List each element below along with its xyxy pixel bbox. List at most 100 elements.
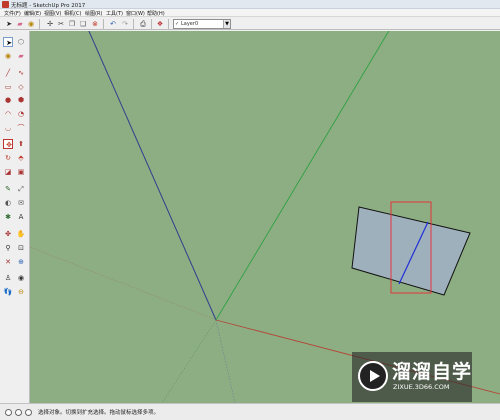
orbit-button[interactable]: ✢ (45, 19, 55, 29)
status-message: 选择对象。切换到扩充选择。拖动鼠标选择多项。 (38, 410, 160, 416)
menu-edit[interactable]: 编辑(E) (24, 10, 41, 17)
large-tool-palette: ➤ ⬡ ◉ ▰ ╱ ∿ ▭ ◇ ● ⬢ ◠ ◔ ◡ ⌒ ✥ ⬆ ↻ ⬘ ◪ ▣ … (0, 31, 30, 403)
section-plane-tool[interactable]: ⊖ (16, 287, 26, 297)
paint-tool-button[interactable]: ◉ (26, 19, 36, 29)
redo-icon: ↷ (122, 20, 128, 28)
3d-text-tool[interactable]: A (16, 212, 26, 222)
undo-icon: ↶ (110, 20, 116, 28)
dimension-tool[interactable]: ⤢ (16, 184, 26, 194)
menu-tools[interactable]: 工具(T) (106, 10, 123, 17)
polygon-tool[interactable]: ⬢ (16, 95, 26, 105)
layer-dropdown[interactable]: ✓ Layer0 ▼ (173, 19, 231, 29)
menu-camera[interactable]: 相机(C) (64, 10, 81, 17)
rotated-rectangle-tool[interactable]: ◇ (16, 82, 26, 92)
help-icon[interactable] (25, 409, 32, 416)
eraser-tool-button[interactable]: ▰ (15, 19, 25, 29)
arc-2pt-tool[interactable]: ⌒ (16, 123, 26, 133)
orbit-icon: ✢ (47, 20, 53, 28)
make-component-tool[interactable]: ⬡ (16, 37, 26, 47)
scale-tool[interactable]: ◪ (3, 167, 13, 177)
freehand-tool[interactable]: ∿ (16, 68, 26, 78)
model-info-button[interactable]: ❖ (155, 19, 165, 29)
zoom-window-tool[interactable]: ⊡ (16, 243, 26, 253)
eraser-tool[interactable]: ▰ (16, 51, 26, 61)
credits-icon[interactable] (15, 409, 22, 416)
axes-tool[interactable]: ✱ (3, 212, 13, 222)
position-camera-icon: ♙ (4, 274, 12, 282)
look-around-tool[interactable]: ◉ (16, 273, 26, 283)
rotate-icon: ↻ (5, 154, 11, 162)
arc-3pt-tool[interactable]: ◡ (3, 123, 13, 133)
orbit-tool[interactable]: ✤ (3, 229, 13, 239)
zoom-extents-icon: ✕ (5, 258, 11, 266)
circle-icon: ● (4, 96, 12, 104)
move-icon: ✥ (6, 141, 12, 149)
toolbar-separator (103, 19, 104, 29)
arc-tool[interactable]: ◠ (3, 109, 13, 119)
red-axis-dotted (30, 246, 217, 321)
arc-3pt-icon: ◡ (4, 124, 12, 132)
walk-tool[interactable]: 👣 (3, 287, 13, 297)
rectangle-face (351, 206, 471, 296)
line-tool[interactable]: ╱ (3, 68, 13, 78)
blue-axis-dotted (215, 319, 236, 403)
chevron-down-icon[interactable]: ▼ (223, 20, 230, 28)
zoom-extents-tool[interactable]: ✕ (3, 257, 13, 267)
menu-help[interactable]: 帮助(H) (147, 10, 165, 17)
window-title: 无标题 - SketchUp Pro 2017 (11, 3, 86, 9)
select-tool-button[interactable]: ➤ (4, 19, 14, 29)
drawing-viewport[interactable] (30, 31, 500, 403)
scene-canvas[interactable] (30, 31, 500, 403)
select-arrow-icon: ➤ (6, 39, 12, 47)
geolocation-icon[interactable] (5, 409, 12, 416)
main-toolbar: ➤ ▰ ◉ ✢ ✂ ❐ ❏ ⊗ ↶ ↷ ⎙ ❖ ✓ Layer0 ▼ (0, 17, 500, 30)
polygon-icon: ⬢ (17, 96, 25, 104)
paint-bucket-tool[interactable]: ◉ (3, 51, 13, 61)
copy-button[interactable]: ❐ (67, 19, 77, 29)
print-icon: ⎙ (140, 20, 146, 28)
circle-tool[interactable]: ● (3, 95, 13, 105)
paste-icon: ❏ (79, 20, 87, 28)
tape-measure-tool[interactable]: ✎ (3, 184, 13, 194)
scale-icon: ◪ (4, 168, 12, 176)
menu-view[interactable]: 视图(V) (44, 10, 61, 17)
menu-file[interactable]: 文件(F) (4, 10, 21, 17)
watermark-brand: 溜溜自学 (392, 361, 473, 383)
menu-window[interactable]: 窗口(W) (126, 10, 145, 17)
delete-button[interactable]: ⊗ (90, 19, 100, 29)
paint-bucket-icon: ◉ (27, 20, 35, 28)
previous-view-tool[interactable]: ⊕ (16, 257, 26, 267)
select-tool[interactable]: ➤ (3, 37, 13, 47)
watermark-url: ZIXUE.3D66.COM (393, 383, 450, 391)
green-axis-dotted (161, 319, 217, 403)
cut-button[interactable]: ✂ (56, 19, 66, 29)
pie-icon: ◔ (17, 110, 25, 118)
pan-tool[interactable]: ✋ (16, 229, 26, 239)
rectangle-tool[interactable]: ▭ (3, 82, 13, 92)
rotate-tool[interactable]: ↻ (3, 153, 13, 163)
select-icon: ➤ (6, 20, 12, 28)
protractor-tool[interactable]: ◐ (3, 198, 13, 208)
paste-button[interactable]: ❏ (78, 19, 88, 29)
zoom-tool[interactable]: ⚲ (3, 243, 13, 253)
blue-axis-solid (88, 31, 217, 321)
redo-button[interactable]: ↷ (120, 19, 130, 29)
pie-tool[interactable]: ◔ (16, 109, 26, 119)
layer-visible-check: ✓ (175, 21, 180, 27)
position-camera-tool[interactable]: ♙ (3, 273, 13, 283)
text-tool[interactable]: ✉ (16, 198, 26, 208)
toolbar-separator (39, 19, 40, 29)
paint-bucket-icon: ◉ (4, 52, 12, 60)
menu-draw[interactable]: 绘图(R) (85, 10, 102, 17)
green-axis-solid (215, 31, 390, 321)
status-bar: 选择对象。切换到扩充选择。拖动鼠标选择多项。 (0, 403, 500, 420)
push-pull-tool[interactable]: ⬆ (16, 139, 26, 149)
zoom-window-icon: ⊡ (18, 244, 24, 252)
pan-icon: ✋ (16, 230, 26, 238)
print-button[interactable]: ⎙ (138, 19, 148, 29)
move-tool[interactable]: ✥ (3, 139, 13, 149)
undo-button[interactable]: ↶ (108, 19, 118, 29)
offset-tool[interactable]: ▣ (16, 167, 26, 177)
toolbar-separator (151, 19, 152, 29)
follow-me-tool[interactable]: ⬘ (16, 153, 26, 163)
